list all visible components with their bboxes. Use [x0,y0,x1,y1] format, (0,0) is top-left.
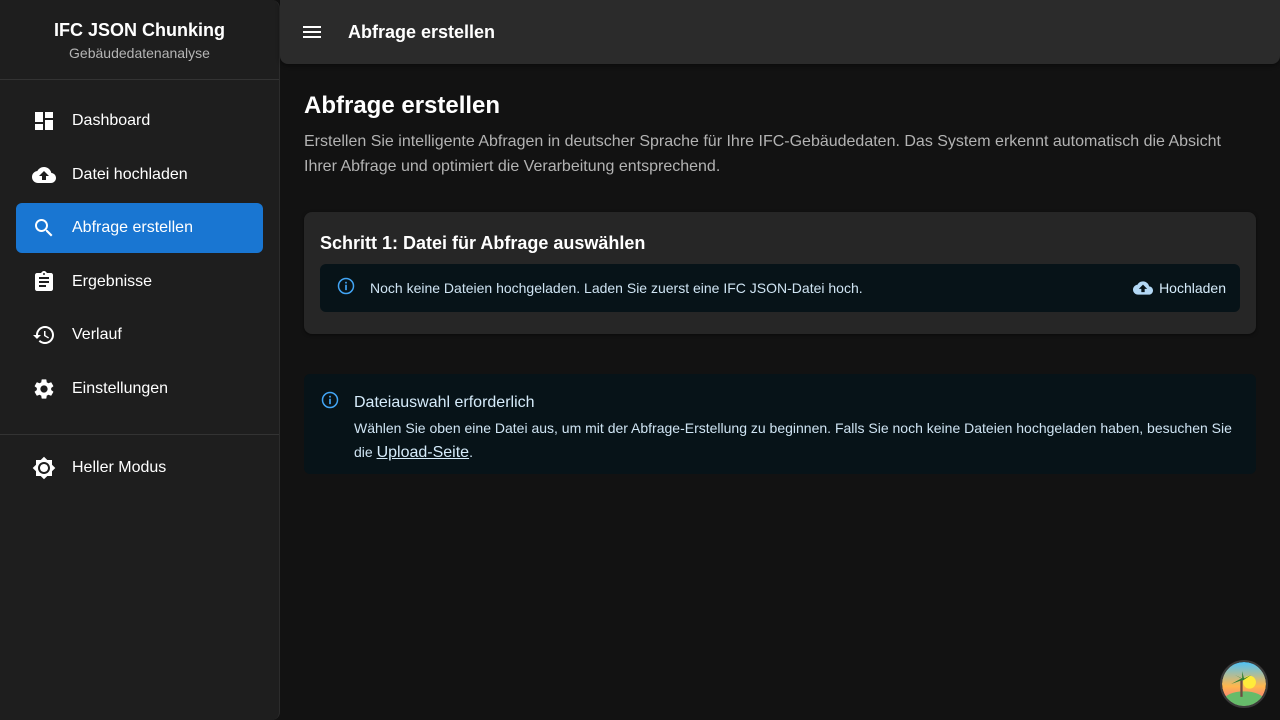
alert-text-before: Wählen Sie oben eine Datei aus, um mit d… [354,420,1232,460]
avatar[interactable] [1220,660,1268,708]
brand-subtitle: Gebäudedatenanalyse [69,45,210,61]
sidebar-nav: Dashboard Datei hochladen Abfrage erstel… [0,80,279,414]
sidebar-item-label: Abfrage erstellen [72,219,193,237]
upload-button[interactable]: Hochladen [1133,278,1226,298]
gear-icon [32,377,56,401]
dashboard-icon [32,109,56,133]
cloud-upload-icon [1133,281,1154,295]
assignment-icon [32,270,56,294]
avatar-image [1222,662,1266,706]
sidebar-divider [0,434,279,435]
sidebar-item-history[interactable]: Verlauf [16,310,263,360]
sidebar-item-dashboard[interactable]: Dashboard [16,96,263,146]
alert-title: Dateiauswahl erforderlich [354,394,535,411]
info-icon [320,390,340,474]
no-files-alert: Noch keine Dateien hochgeladen. Laden Si… [320,264,1240,312]
brand-title: IFC JSON Chunking [54,20,225,40]
menu-button[interactable] [300,20,324,44]
info-icon [336,276,356,301]
step-card-title: Schritt 1: Datei für Abfrage auswählen [320,233,646,253]
sidebar-item-label: Einstellungen [72,379,169,397]
search-icon [32,216,56,240]
brand: IFC JSON Chunking Gebäudedatenanalyse [0,0,279,80]
no-files-alert-text: Noch keine Dateien hochgeladen. Laden Si… [370,280,863,296]
main-content: Abfrage erstellen Erstellen Sie intellig… [304,64,1256,474]
sidebar-item-query[interactable]: Abfrage erstellen [16,203,263,254]
sidebar-item-settings[interactable]: Einstellungen [16,364,263,414]
file-selection-required-alert: Dateiauswahl erforderlich Wählen Sie obe… [304,374,1256,474]
brightness-icon [32,456,56,480]
sidebar: IFC JSON Chunking Gebäudedatenanalyse Da… [0,0,280,720]
cloud-upload-icon [32,163,56,187]
light-mode-label: Heller Modus [72,459,167,476]
appbar-title: Abfrage erstellen [348,21,496,42]
app-bar: Abfrage erstellen [280,0,1280,64]
sidebar-item-label: Datei hochladen [72,165,188,183]
alert-text: Wählen Sie oben eine Datei aus, um mit d… [354,416,1240,465]
page-description: Erstellen Sie intelligente Abfragen in d… [304,133,1221,175]
alert-body: Dateiauswahl erforderlich Wählen Sie obe… [354,390,1240,474]
upload-page-link[interactable]: Upload-Seite [377,444,470,461]
history-icon [32,323,56,347]
sidebar-item-results[interactable]: Ergebnisse [16,257,263,307]
page-title: Abfrage erstellen [304,92,501,119]
theme-toggle: Heller Modus [16,443,263,497]
hamburger-icon [303,26,321,38]
sidebar-item-label: Dashboard [72,112,151,129]
light-mode-button[interactable]: Heller Modus [16,443,263,493]
sidebar-item-label: Verlauf [72,326,122,344]
upload-button-label: Hochladen [1159,280,1226,296]
alert-text-after: . [469,444,473,460]
sidebar-item-upload[interactable]: Datei hochladen [16,150,263,200]
sidebar-item-label: Ergebnisse [72,272,153,290]
step-card: Schritt 1: Datei für Abfrage auswählen N… [304,212,1256,334]
